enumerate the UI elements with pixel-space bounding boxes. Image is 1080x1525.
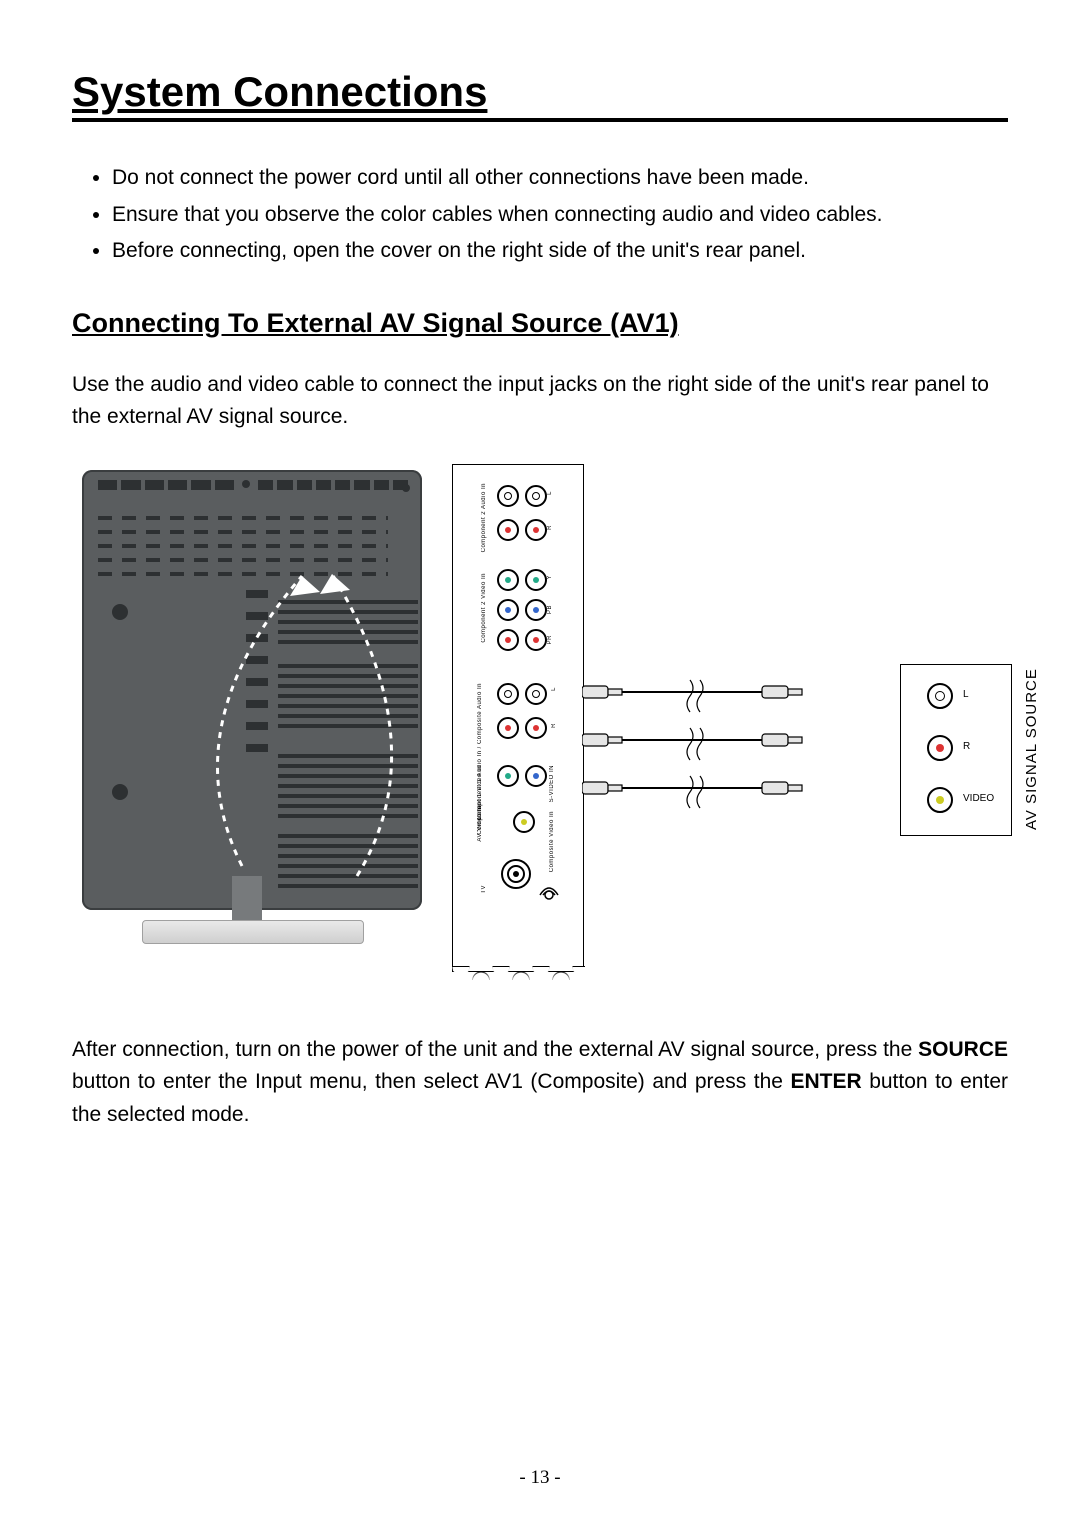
tv-rear-illustration — [72, 464, 432, 944]
av-source-l-label: L — [963, 689, 969, 700]
port-label: R — [547, 525, 553, 530]
audio-r-jack-icon — [525, 519, 547, 541]
audio-r-jack-icon — [497, 519, 519, 541]
audio-r-jack-icon — [497, 717, 519, 739]
port-label: S-VIDEO IN — [549, 765, 555, 802]
rear-port-panel: Component 2 Audio In L R Component 2 Vid… — [452, 464, 584, 972]
list-item: Do not connect the power cord until all … — [112, 162, 1008, 195]
av-source-r-label: R — [963, 741, 970, 752]
av-source-video-label: VIDEO — [963, 793, 994, 804]
outro-paragraph: After connection, turn on the power of t… — [72, 1034, 1008, 1132]
port-label: L — [547, 491, 553, 495]
port-label: PB — [547, 605, 553, 614]
audio-l-jack-icon — [525, 485, 547, 507]
list-item: Ensure that you observe the color cables… — [112, 199, 1008, 232]
antenna-jack-icon — [499, 857, 533, 891]
page-number: - 13 - — [0, 1467, 1080, 1489]
av-signal-source-box: L R VIDEO — [900, 664, 1012, 836]
av-source-video-jack-icon — [927, 787, 953, 813]
svideo-jack-icon — [525, 765, 547, 787]
audio-r-jack-icon — [525, 717, 547, 739]
audio-l-jack-icon — [497, 683, 519, 705]
outro-text: After connection, turn on the power of t… — [72, 1038, 918, 1061]
av-cables-illustration — [582, 678, 812, 818]
list-item: Before connecting, open the cover on the… — [112, 235, 1008, 268]
port-label: Composite Video In — [549, 811, 555, 872]
port-label: AV Video In — [477, 805, 483, 842]
composite-video-jack-icon — [513, 811, 535, 833]
outro-text: button to enter the Input menu, then sel… — [72, 1070, 790, 1093]
source-button-label: SOURCE — [918, 1038, 1008, 1061]
port-label: R — [551, 723, 557, 728]
audio-l-jack-icon — [525, 683, 547, 705]
connection-diagram: Component 2 Audio In L R Component 2 Vid… — [72, 464, 1012, 984]
port-label: TV — [481, 885, 487, 894]
component-y-jack-icon — [497, 765, 519, 787]
enter-button-label: ENTER — [790, 1070, 861, 1093]
av-source-r-jack-icon — [927, 735, 953, 761]
audio-l-jack-icon — [497, 485, 519, 507]
port-label: PR — [547, 635, 553, 644]
component-y-jack-icon — [525, 569, 547, 591]
av-source-l-jack-icon — [927, 683, 953, 709]
antenna-icon — [539, 865, 559, 905]
instruction-list: Do not connect the power cord until all … — [112, 162, 1008, 268]
section-heading-av1: Connecting To External AV Signal Source … — [72, 308, 1008, 339]
page-title: System Connections — [72, 68, 1008, 122]
component-pb-jack-icon — [497, 599, 519, 621]
port-label: Component 2 Video In — [481, 573, 487, 643]
component-y-jack-icon — [497, 569, 519, 591]
port-label: L — [551, 687, 557, 691]
component-pr-jack-icon — [497, 629, 519, 651]
component-pb-jack-icon — [525, 599, 547, 621]
port-label: Component 2 Audio In — [481, 483, 487, 552]
component-pr-jack-icon — [525, 629, 547, 651]
av-signal-source-title: AV SIGNAL SOURCE — [1023, 664, 1040, 834]
intro-paragraph: Use the audio and video cable to connect… — [72, 369, 1008, 434]
port-label: Y — [547, 575, 553, 580]
